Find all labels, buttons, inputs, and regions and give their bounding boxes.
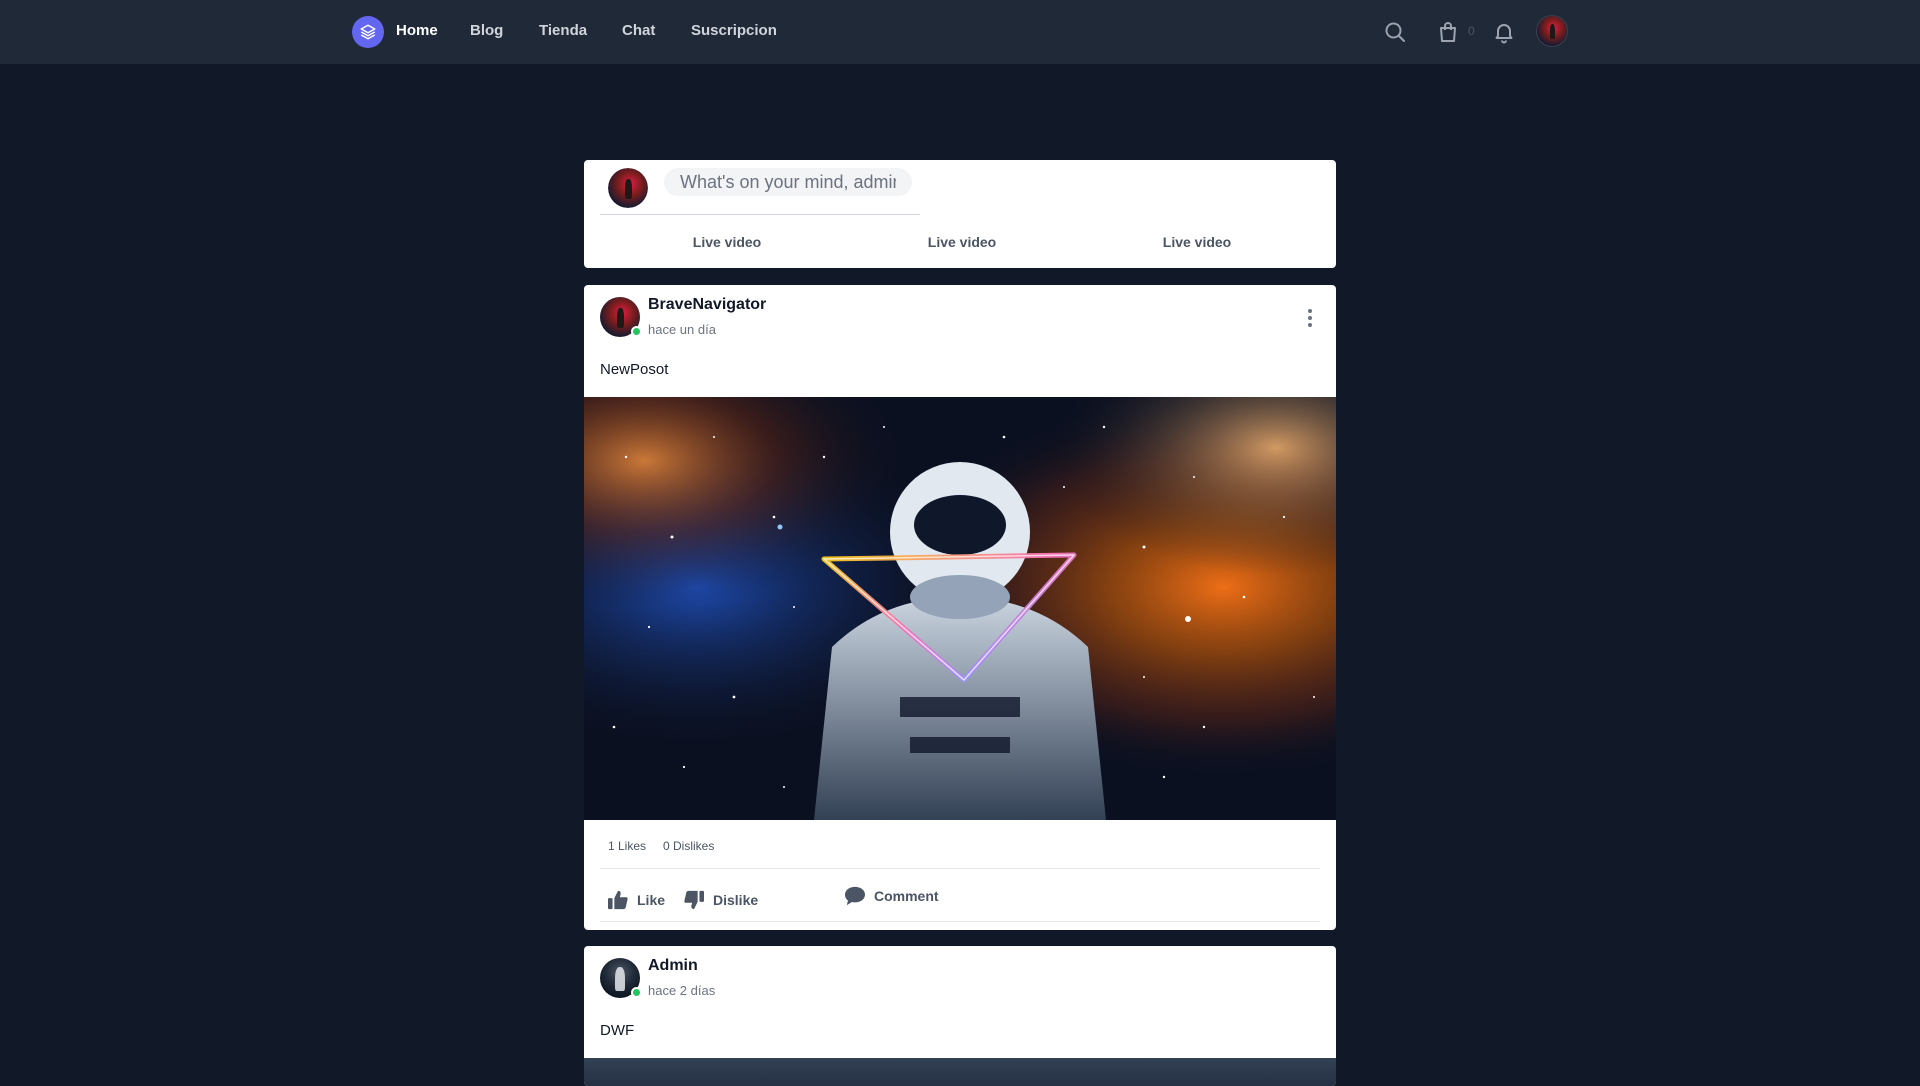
user-avatar[interactable] xyxy=(1536,15,1568,47)
post-author-avatar[interactable] xyxy=(600,297,642,337)
thumbs-up-icon xyxy=(608,890,628,910)
post-card: Admin hace 2 días DWF xyxy=(584,946,1336,1086)
post-image[interactable] xyxy=(584,1058,1336,1086)
live-video-button-1[interactable]: Live video xyxy=(647,234,807,250)
avatar-image xyxy=(1537,16,1567,46)
avatar-image xyxy=(608,168,648,208)
dislike-label: Dislike xyxy=(713,892,759,908)
nav-chat[interactable]: Chat xyxy=(622,22,655,39)
post-timestamp: hace 2 días xyxy=(648,983,716,998)
search-icon[interactable] xyxy=(1383,20,1407,44)
actions-divider xyxy=(600,921,1320,922)
comment-icon xyxy=(845,886,865,906)
post-text: NewPosot xyxy=(600,361,669,378)
post-timestamp: hace un día xyxy=(648,322,716,337)
cart-count-badge: 0 xyxy=(1468,24,1475,38)
dislike-button[interactable]: Dislike xyxy=(683,890,758,910)
nav-suscripcion[interactable]: Suscripcion xyxy=(691,22,777,39)
online-status-dot xyxy=(631,987,642,998)
comment-button[interactable]: Comment xyxy=(844,886,939,906)
post-input[interactable] xyxy=(664,168,912,196)
post-text: DWF xyxy=(600,1022,635,1039)
composer-avatar xyxy=(608,168,648,208)
top-navbar: Home Blog Tienda Chat Suscripcion 0 xyxy=(0,0,1920,64)
post-image[interactable] xyxy=(584,397,1336,820)
layers-logo-icon[interactable] xyxy=(352,16,384,48)
comment-label: Comment xyxy=(874,888,939,904)
more-options-icon[interactable] xyxy=(1304,307,1316,329)
online-status-dot xyxy=(631,326,642,337)
live-video-button-3[interactable]: Live video xyxy=(1117,234,1277,250)
like-button[interactable]: Like xyxy=(607,890,665,910)
composer-divider xyxy=(600,214,920,215)
nav-home[interactable]: Home xyxy=(396,22,438,39)
post-author-avatar[interactable] xyxy=(600,958,642,998)
likes-count: 1 Likes xyxy=(608,839,647,853)
post-composer: Live video Live video Live video xyxy=(584,160,1336,268)
shopping-bag-icon[interactable] xyxy=(1436,20,1460,44)
nav-blog[interactable]: Blog xyxy=(470,22,503,39)
post-author-name[interactable]: Admin xyxy=(648,957,698,975)
like-label: Like xyxy=(637,892,666,908)
nav-tienda[interactable]: Tienda xyxy=(539,22,587,39)
dislikes-count: 0 Dislikes xyxy=(663,839,715,853)
live-video-button-2[interactable]: Live video xyxy=(882,234,1042,250)
stats-divider xyxy=(600,868,1320,869)
post-author-name[interactable]: BraveNavigator xyxy=(648,296,766,314)
thumbs-down-icon xyxy=(684,890,704,910)
bell-icon[interactable] xyxy=(1492,20,1516,44)
post-card: BraveNavigator hace un día NewPosot 1 Li… xyxy=(584,285,1336,930)
